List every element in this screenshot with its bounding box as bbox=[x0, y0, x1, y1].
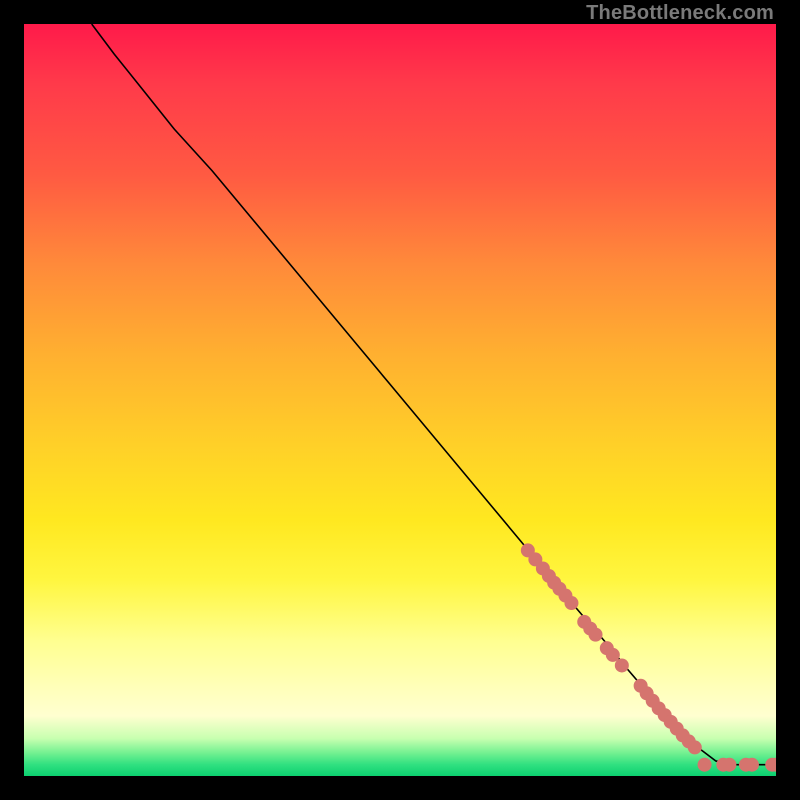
watermark-text: TheBottleneck.com bbox=[586, 2, 774, 25]
chart-frame: TheBottleneck.com bbox=[0, 0, 800, 800]
gradient-plot-area bbox=[24, 24, 776, 776]
